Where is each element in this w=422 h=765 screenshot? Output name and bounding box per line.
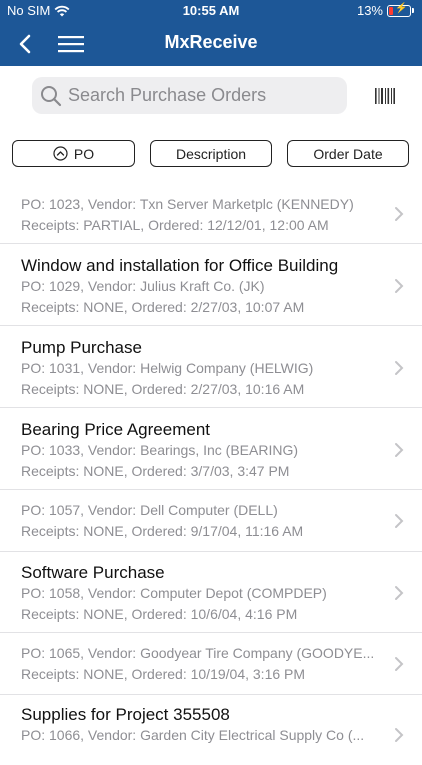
- list-item[interactable]: Pump Purchase PO: 1031, Vendor: Helwig C…: [0, 326, 422, 408]
- list-item[interactable]: Bearing Price Agreement PO: 1033, Vendor…: [0, 408, 422, 490]
- list-item[interactable]: PO: 1057, Vendor: Dell Computer (DELL) R…: [0, 490, 422, 552]
- po-receipts-line: Receipts: PARTIAL, Ordered: 12/12/01, 12…: [21, 217, 329, 233]
- search-icon: [41, 85, 62, 106]
- po-vendor-line: PO: 1058, Vendor: Computer Depot (COMPDE…: [21, 585, 327, 601]
- status-right: 13% ⚡: [357, 3, 414, 18]
- chevron-right-icon: [395, 728, 404, 742]
- po-title: Bearing Price Agreement: [21, 420, 210, 439]
- po-vendor-line: PO: 1066, Vendor: Garden City Electrical…: [21, 727, 365, 743]
- po-vendor-line: PO: 1057, Vendor: Dell Computer (DELL): [21, 502, 278, 518]
- barcode-scan-icon[interactable]: [374, 87, 396, 105]
- po-title: Supplies for Project 355508: [21, 705, 230, 724]
- page-title: MxReceive: [164, 32, 258, 52]
- sort-po-label: PO: [73, 145, 95, 162]
- purchase-order-list: PO: 1023, Vendor: Txn Server Marketplc (…: [0, 186, 422, 765]
- sort-bar: PO Description Order Date: [0, 140, 422, 170]
- status-bar: No SIM 10:55 AM 13% ⚡: [0, 0, 422, 22]
- sort-order-date-button[interactable]: Order Date: [287, 140, 409, 167]
- po-receipts-line: Receipts: NONE, Ordered: 10/19/04, 3:16 …: [21, 666, 306, 682]
- chevron-right-icon: [395, 443, 404, 457]
- search-row: [0, 77, 422, 117]
- app-header: No SIM 10:55 AM 13% ⚡ MxReceive: [0, 0, 422, 66]
- sort-description-button[interactable]: Description: [150, 140, 272, 167]
- sort-po-button[interactable]: PO: [12, 140, 135, 167]
- battery-icon: ⚡: [387, 3, 411, 17]
- list-item[interactable]: PO: 1065, Vendor: Goodyear Tire Company …: [0, 633, 422, 695]
- chevron-right-icon: [395, 514, 404, 528]
- chevron-right-icon: [395, 361, 404, 375]
- chevron-right-icon: [395, 586, 404, 600]
- po-receipts-line: Receipts: NONE, Ordered: 9/17/04, 11:16 …: [21, 523, 304, 539]
- list-item[interactable]: Software Purchase PO: 1058, Vendor: Comp…: [0, 552, 422, 633]
- po-receipts-line: Receipts: NONE, Ordered: 2/27/03, 10:07 …: [21, 299, 305, 315]
- po-receipts-line: Receipts: NONE, Ordered: 10/6/04, 4:16 P…: [21, 606, 298, 622]
- po-vendor-line: PO: 1023, Vendor: Txn Server Marketplc (…: [21, 196, 354, 212]
- list-item[interactable]: PO: 1023, Vendor: Txn Server Marketplc (…: [0, 186, 422, 244]
- chevron-right-icon: [395, 657, 404, 671]
- po-vendor-line: PO: 1031, Vendor: Helwig Company (HELWIG…: [21, 360, 314, 376]
- sort-order-date-label: Order Date: [313, 145, 383, 162]
- sort-description-label: Description: [175, 145, 247, 162]
- po-title: Pump Purchase: [21, 338, 142, 357]
- po-receipts-line: Receipts: NONE, Ordered: 3/7/03, 3:47 PM: [21, 463, 290, 479]
- po-receipts-line: Receipts: NONE, Ordered: 2/27/03, 10:16 …: [21, 381, 305, 397]
- chevron-up-circle-icon: [53, 146, 68, 161]
- chevron-right-icon: [395, 207, 404, 221]
- po-title: Software Purchase: [21, 563, 165, 582]
- search-input[interactable]: [66, 84, 340, 107]
- chevron-right-icon: [395, 279, 404, 293]
- nav-bar: MxReceive: [0, 22, 422, 66]
- po-vendor-line: PO: 1065, Vendor: Goodyear Tire Company …: [21, 645, 375, 661]
- list-item[interactable]: Window and installation for Office Build…: [0, 244, 422, 326]
- po-vendor-line: PO: 1033, Vendor: Bearings, Inc (BEARING…: [21, 442, 299, 458]
- po-vendor-line: PO: 1029, Vendor: Julius Kraft Co. (JK): [21, 278, 265, 294]
- battery-percent: 13%: [356, 3, 383, 18]
- list-item[interactable]: Supplies for Project 355508 PO: 1066, Ve…: [0, 695, 422, 765]
- po-title: Window and installation for Office Build…: [21, 256, 339, 275]
- search-bar[interactable]: [32, 77, 347, 114]
